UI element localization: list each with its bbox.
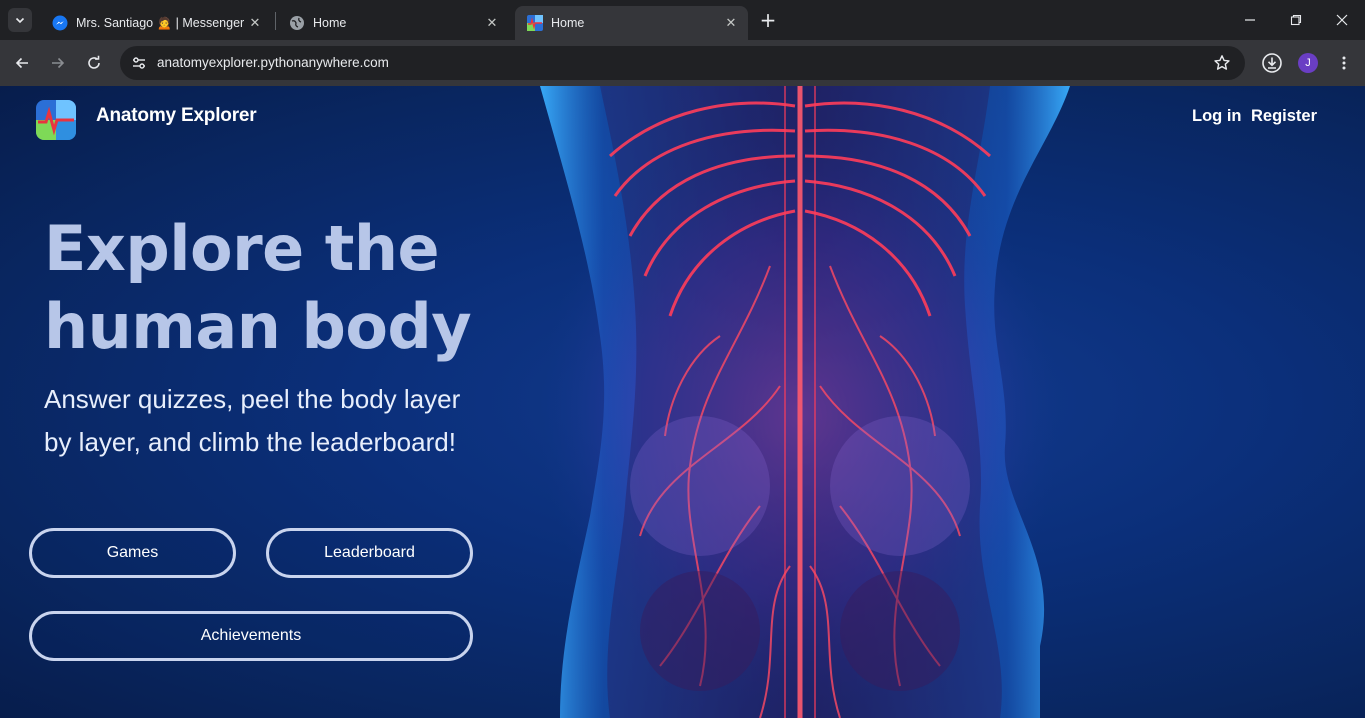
login-link[interactable]: Log in xyxy=(1192,107,1241,126)
download-icon xyxy=(1262,53,1282,73)
tab-home[interactable]: Home ✕ xyxy=(277,6,509,40)
achievements-button[interactable]: Achievements xyxy=(29,611,473,661)
arrow-left-icon xyxy=(15,57,28,69)
messenger-icon xyxy=(52,15,68,31)
close-icon[interactable]: ✕ xyxy=(246,14,264,32)
globe-icon xyxy=(289,15,305,31)
downloads-button[interactable] xyxy=(1260,51,1284,75)
chevron-down-icon xyxy=(15,17,25,24)
close-icon[interactable]: ✕ xyxy=(722,14,740,32)
minimize-button[interactable] xyxy=(1227,0,1273,40)
close-icon xyxy=(1336,14,1348,26)
tab-messenger[interactable]: Mrs. Santiago 🙍 | Messenger ✕ xyxy=(40,6,272,40)
register-link[interactable]: Register xyxy=(1251,107,1317,126)
site-logo[interactable] xyxy=(36,100,76,140)
more-vertical-icon xyxy=(1342,56,1346,70)
leaderboard-button[interactable]: Leaderboard xyxy=(266,528,473,578)
url-text: anatomyexplorer.pythonanywhere.com xyxy=(157,55,389,70)
games-button[interactable]: Games xyxy=(29,528,236,578)
back-button[interactable] xyxy=(8,49,36,77)
forward-button[interactable] xyxy=(44,49,72,77)
avatar: J xyxy=(1298,53,1318,73)
browser-toolbar: anatomyexplorer.pythonanywhere.com J xyxy=(0,40,1365,86)
tab-title: Home xyxy=(551,16,585,30)
tab-title: Home xyxy=(313,16,347,30)
new-tab-button[interactable]: + xyxy=(757,9,779,31)
tab-home-active[interactable]: Home ✕ xyxy=(515,6,748,40)
profile-button[interactable]: J xyxy=(1296,51,1320,75)
anatomy-favicon xyxy=(527,15,543,31)
reload-icon xyxy=(88,55,100,69)
subtitle-line: Answer quizzes, peel the body layer xyxy=(44,384,461,414)
tab-title: Mrs. Santiago 🙍 | Messenger xyxy=(76,15,245,30)
menu-button[interactable] xyxy=(1332,51,1356,75)
web-page: Anatomy Explorer Log in Register Explore… xyxy=(0,86,1365,718)
tab-divider xyxy=(275,12,276,30)
headline-line: Explore the xyxy=(44,212,440,285)
bookmark-star-icon[interactable] xyxy=(1213,54,1231,76)
reload-button[interactable] xyxy=(80,49,108,77)
minimize-icon xyxy=(1245,19,1255,21)
brand-name[interactable]: Anatomy Explorer xyxy=(96,105,257,127)
arrow-right-icon xyxy=(52,57,65,69)
close-window-button[interactable] xyxy=(1319,0,1365,40)
restore-icon xyxy=(1290,14,1302,26)
subtitle-line: by layer, and climb the leaderboard! xyxy=(44,427,456,457)
restore-button[interactable] xyxy=(1273,0,1319,40)
hero-headline: Explore the human body xyxy=(44,210,564,366)
headline-line: human body xyxy=(44,290,472,363)
hero-subtitle: Answer quizzes, peel the body layer by l… xyxy=(44,378,564,464)
tab-search-button[interactable] xyxy=(8,8,32,32)
tab-strip: Mrs. Santiago 🙍 | Messenger ✕ Home ✕ Hom… xyxy=(0,0,1365,40)
tune-icon xyxy=(133,57,145,69)
site-info-button[interactable] xyxy=(126,50,152,76)
address-bar[interactable]: anatomyexplorer.pythonanywhere.com xyxy=(120,46,1245,80)
close-icon[interactable]: ✕ xyxy=(483,14,501,32)
